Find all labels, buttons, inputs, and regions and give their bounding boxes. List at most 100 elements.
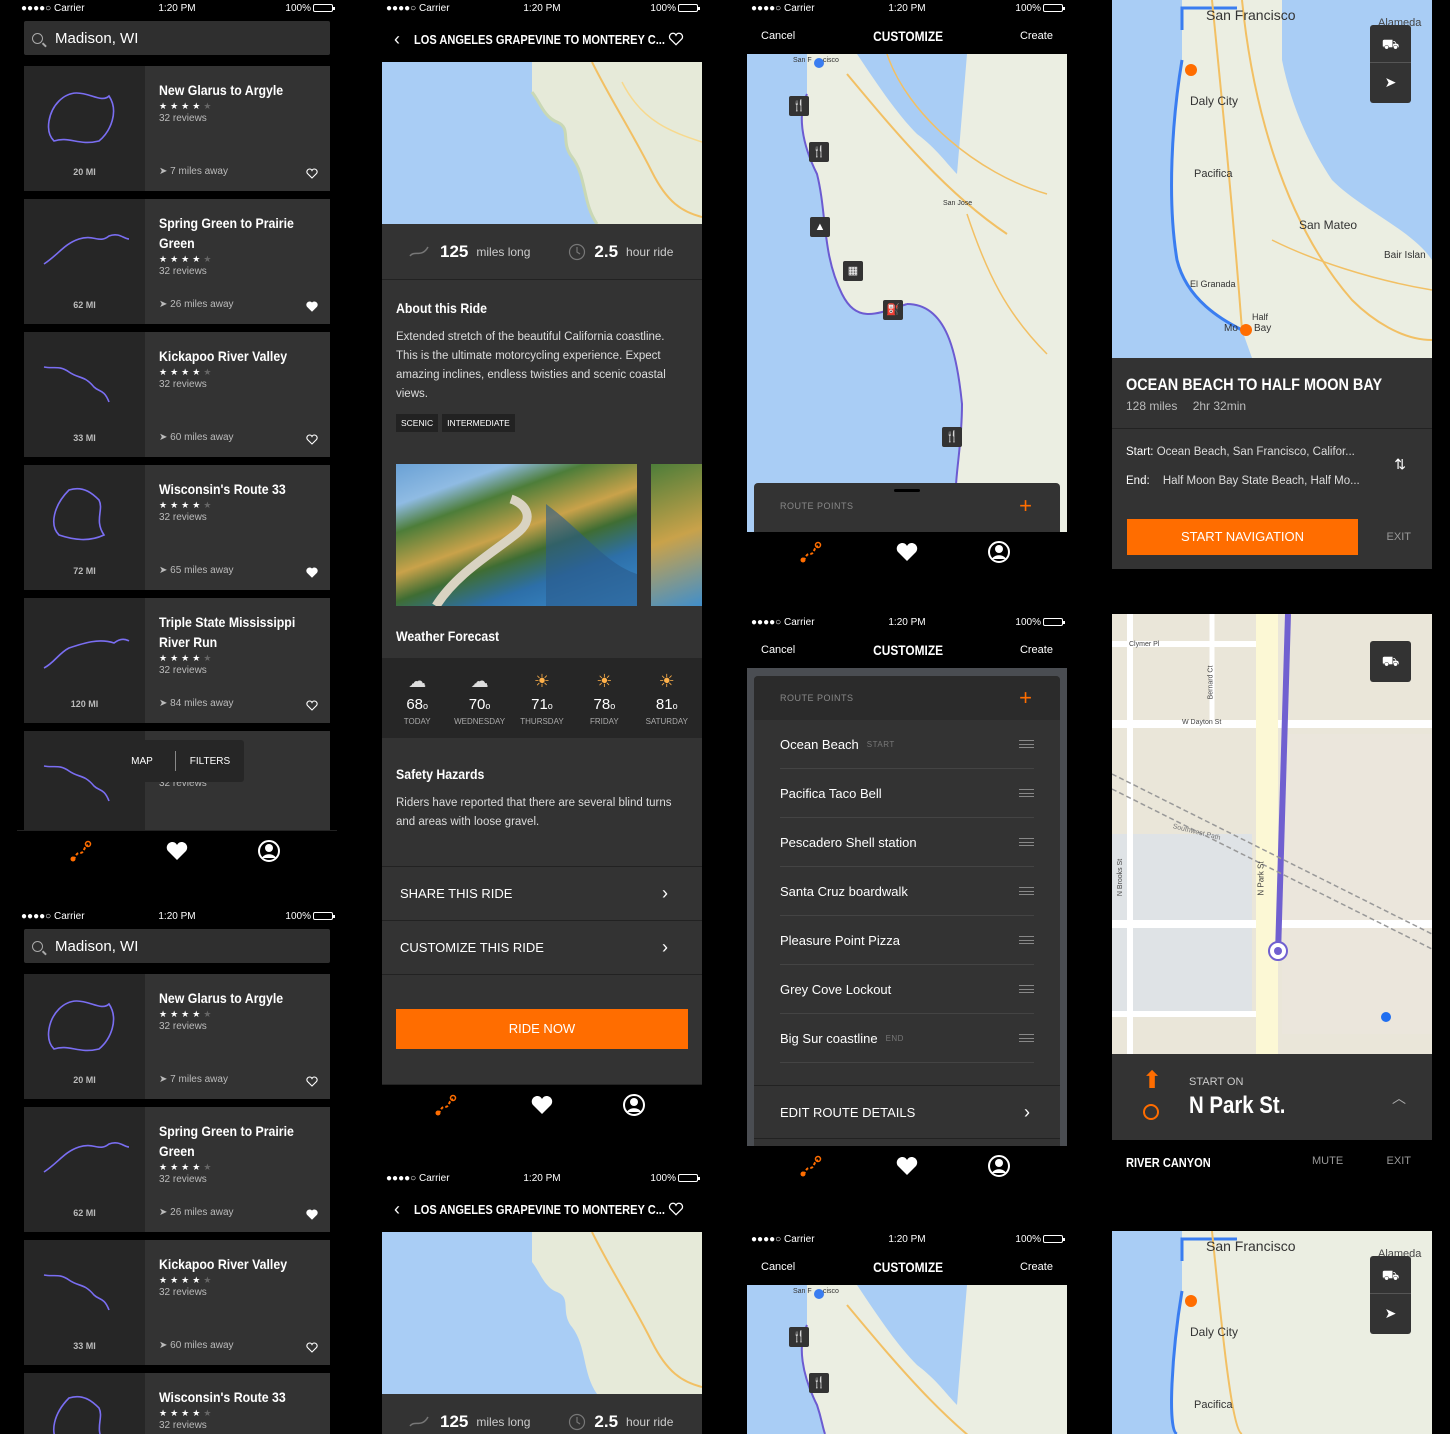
customize-map[interactable]: San F cisco 🍴 🍴 (747, 1285, 1067, 1434)
ride-card[interactable]: 62 MI Spring Green to Prairie Green ★★★★★ 3… (24, 1107, 330, 1232)
cancel-button[interactable]: Cancel (761, 30, 795, 42)
exit-button[interactable]: EXIT (1387, 1155, 1411, 1167)
favorite-heart-icon[interactable] (306, 1076, 318, 1087)
map-toggle-button[interactable]: MAP (109, 756, 175, 767)
ride-card[interactable]: 120 MI Triple State Mississippi River Run… (24, 598, 330, 723)
ride-card[interactable]: 72 MIWisconsin's Route 33★★★★★32 reviews… (24, 465, 330, 590)
scenic-marker-icon[interactable]: ▦ (843, 261, 863, 281)
ride-photo[interactable] (396, 464, 637, 606)
bay-area-map-graphic (800, 1285, 1067, 1434)
route-tab-icon[interactable] (799, 540, 823, 564)
locate-me-icon[interactable]: ➤ (1370, 63, 1411, 101)
favorite-heart-icon[interactable] (306, 301, 318, 312)
ride-card[interactable]: 33 MI Kickapoo River Valley ★★★★★ 32 review… (24, 332, 330, 457)
ride-reviews: 32 reviews (159, 1021, 207, 1032)
profile-tab-icon[interactable] (987, 540, 1011, 564)
weather-temp: 70o (468, 696, 491, 713)
profile-tab-icon[interactable] (257, 839, 281, 863)
back-icon[interactable]: ‹ (394, 1199, 400, 1220)
back-icon[interactable]: ‹ (394, 29, 400, 50)
route-map[interactable]: San Francisco Alameda Daly City Pacifica… (1112, 0, 1432, 358)
ride-card[interactable]: 33 MI Kickapoo River Valley ★★★★★ 32 review… (24, 1240, 330, 1365)
route-point-row[interactable]: Big Sur coastline END (780, 1014, 1034, 1063)
favorites-tab-icon[interactable] (895, 1154, 919, 1178)
drag-handle-icon[interactable] (1019, 740, 1034, 748)
traffic-toggle-icon[interactable]: ⛟ (1370, 25, 1411, 63)
traffic-toggle-icon[interactable]: ⛟ (1370, 641, 1411, 682)
restaurant-marker-icon[interactable]: 🍴 (789, 1327, 809, 1347)
drag-handle-icon[interactable] (1019, 789, 1034, 797)
ride-card[interactable]: 72 MIWisconsin's Route 33★★★★★32 reviews… (24, 1373, 330, 1434)
add-point-button[interactable]: + (1019, 685, 1032, 711)
customize-map[interactable]: San F cisco San Jose 🍴 🍴 ▲ ▦ ⛽ 🍴 (747, 54, 1067, 532)
cancel-button[interactable]: Cancel (761, 644, 795, 656)
add-point-button[interactable]: + (1019, 493, 1032, 519)
edit-route-row[interactable]: EDIT ROUTE DETAILS › (754, 1085, 1060, 1139)
street-map[interactable]: Clymer Pl W Dayton St Southwest Path N P… (1112, 614, 1432, 1054)
favorite-heart-icon[interactable] (668, 1202, 684, 1216)
route-points-drawer[interactable]: ROUTE POINTS + (754, 483, 1060, 532)
hazard-marker-icon[interactable]: ▲ (810, 217, 830, 237)
drag-handle-icon[interactable] (1019, 936, 1034, 944)
route-tab-icon[interactable] (69, 839, 93, 863)
route-shape-icon (53, 487, 106, 541)
favorites-tab-icon[interactable] (530, 1093, 554, 1117)
restaurant-marker-icon[interactable]: 🍴 (789, 96, 809, 116)
search-input[interactable]: Madison, WI (24, 929, 330, 963)
route-map[interactable]: San Francisco Alameda Daly City Pacifica… (1112, 1231, 1432, 1434)
route-point-row[interactable]: Ocean Beach START (780, 720, 1034, 769)
restaurant-marker-icon[interactable]: 🍴 (809, 1373, 829, 1393)
chevron-up-icon[interactable]: ︿ (1392, 1088, 1406, 1108)
traffic-toggle-icon[interactable]: ⛟ (1370, 1256, 1411, 1294)
create-button[interactable]: Create (1020, 1261, 1053, 1273)
favorites-tab-icon[interactable] (165, 839, 189, 863)
route-tab-icon[interactable] (799, 1154, 823, 1178)
cancel-button[interactable]: Cancel (761, 1261, 795, 1273)
ride-map[interactable] (382, 1232, 702, 1394)
restaurant-marker-icon[interactable]: 🍴 (809, 142, 829, 162)
drag-handle-icon[interactable] (1019, 838, 1034, 846)
mute-button[interactable]: MUTE (1312, 1155, 1343, 1167)
customize-ride-row[interactable]: CUSTOMIZE THIS RIDE › (382, 920, 702, 974)
locate-me-icon[interactable]: ➤ (1370, 1294, 1411, 1332)
ride-card[interactable]: 20 MI New Glarus to Argyle ★★★★★ 32 reviews… (24, 974, 330, 1099)
drag-handle-icon[interactable] (1019, 985, 1034, 993)
restaurant-marker-icon[interactable]: 🍴 (942, 427, 962, 447)
favorites-tab-icon[interactable] (895, 540, 919, 564)
drag-handle-icon[interactable] (1019, 1034, 1034, 1042)
ride-card[interactable]: 62 MI Spring Green to Prairie Green ★★★★★ 3… (24, 199, 330, 324)
route-point-row[interactable]: Pescadero Shell station (780, 818, 1034, 867)
swap-endpoints-icon[interactable]: ⇅ (1394, 456, 1406, 473)
ride-photo-2[interactable] (651, 464, 702, 606)
favorite-heart-icon[interactable] (306, 567, 318, 578)
route-point-row[interactable]: Santa Cruz boardwalk (780, 867, 1034, 916)
exit-button[interactable]: EXIT (1387, 531, 1411, 543)
route-tab-icon[interactable] (434, 1093, 458, 1117)
create-button[interactable]: Create (1020, 30, 1053, 42)
favorite-heart-icon[interactable] (306, 700, 318, 711)
profile-tab-icon[interactable] (987, 1154, 1011, 1178)
favorite-heart-icon[interactable] (306, 434, 318, 445)
start-navigation-button[interactable]: START NAVIGATION (1127, 519, 1358, 555)
drawer-handle[interactable] (894, 489, 920, 492)
search-input[interactable]: Madison, WI (24, 21, 330, 55)
ride-now-button[interactable]: RIDE NOW (396, 1009, 688, 1049)
create-button[interactable]: Create (1020, 644, 1053, 656)
route-point-row[interactable]: Pacifica Taco Bell (780, 769, 1034, 818)
favorite-heart-icon[interactable] (306, 168, 318, 179)
favorite-heart-icon[interactable] (306, 1209, 318, 1220)
ride-card[interactable]: 20 MI New Glarus to Argyle ★★★★★ 32 reviews… (24, 66, 330, 191)
gas-marker-icon[interactable]: ⛽ (883, 300, 903, 320)
favorite-heart-icon[interactable] (668, 32, 684, 46)
profile-tab-icon[interactable] (622, 1093, 646, 1117)
drag-handle-icon[interactable] (1019, 887, 1034, 895)
filters-button[interactable]: FILTERS (176, 756, 244, 767)
favorite-heart-icon[interactable] (306, 1342, 318, 1353)
photo-carousel[interactable] (396, 464, 702, 606)
route-time: 2hr 32min (1192, 399, 1247, 413)
share-ride-row[interactable]: SHARE THIS RIDE › (382, 866, 702, 920)
route-point-row[interactable]: Pleasure Point Pizza (780, 916, 1034, 965)
route-point-row[interactable]: Grey Cove Lockout (780, 965, 1034, 1014)
ride-away: ➤ 60 miles away (159, 1340, 234, 1351)
ride-map[interactable] (382, 62, 702, 224)
